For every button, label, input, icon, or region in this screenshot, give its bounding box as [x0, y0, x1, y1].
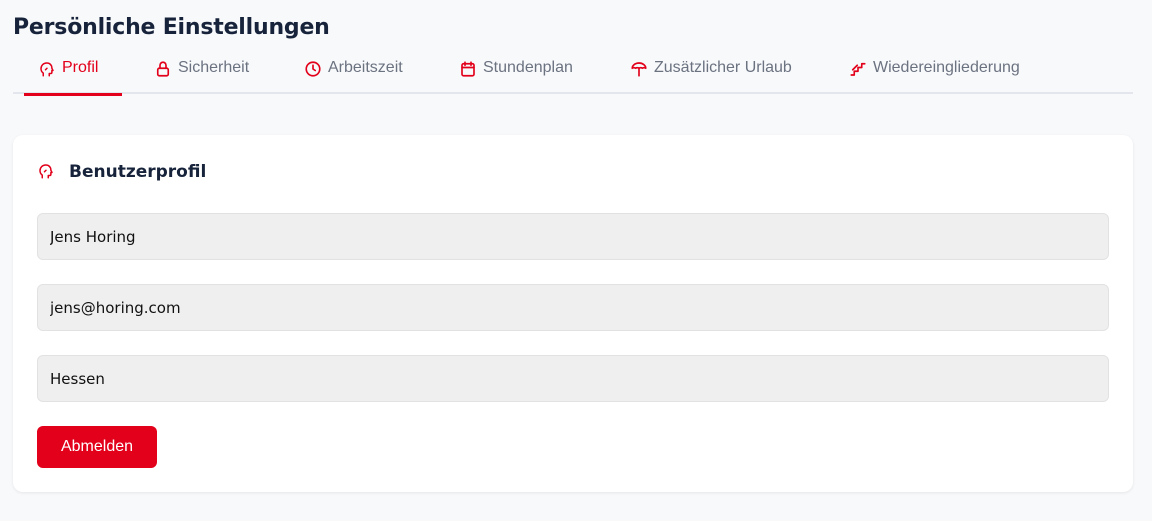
profile-head-icon [37, 162, 57, 182]
tab-arbeitszeit[interactable]: Arbeitszeit [303, 54, 403, 94]
tab-profil[interactable]: Profil [23, 54, 124, 96]
profile-card: Benutzerprofil Abmelden [13, 135, 1133, 492]
card-header: Benutzerprofil [37, 162, 206, 182]
settings-page: Persönliche Einstellungen Profil Sicherh… [0, 0, 1152, 521]
card-title: Benutzerprofil [69, 162, 207, 182]
tab-label: Sicherheit [178, 59, 250, 76]
tab-stundenplan[interactable]: Stundenplan [458, 54, 573, 94]
tab-label: Arbeitszeit [328, 59, 403, 76]
calendar-icon [458, 59, 478, 79]
tab-label: Stundenplan [483, 59, 573, 76]
beach-umbrella-icon [629, 59, 649, 79]
email-field[interactable] [37, 284, 1109, 331]
tab-zusaetzlicher-urlaub[interactable]: Zusätzlicher Urlaub [629, 54, 792, 94]
logout-button[interactable]: Abmelden [37, 426, 157, 468]
name-field[interactable] [37, 213, 1109, 260]
tab-label: Profil [62, 59, 99, 76]
tab-sicherheit[interactable]: Sicherheit [153, 54, 249, 94]
settings-tabs: Profil Sicherheit Arbeitszeit Stundenpla… [13, 54, 1133, 96]
tab-label: Zusätzlicher Urlaub [654, 59, 792, 76]
stairs-icon [848, 59, 868, 79]
tab-wiedereingliederung[interactable]: Wiedereingliederung [848, 54, 1020, 94]
clock-icon [303, 59, 323, 79]
lock-icon [153, 59, 173, 79]
tab-label: Wiedereingliederung [873, 59, 1020, 76]
profile-head-icon [37, 59, 57, 79]
page-title: Persönliche Einstellungen [13, 15, 330, 40]
state-field[interactable] [37, 355, 1109, 402]
